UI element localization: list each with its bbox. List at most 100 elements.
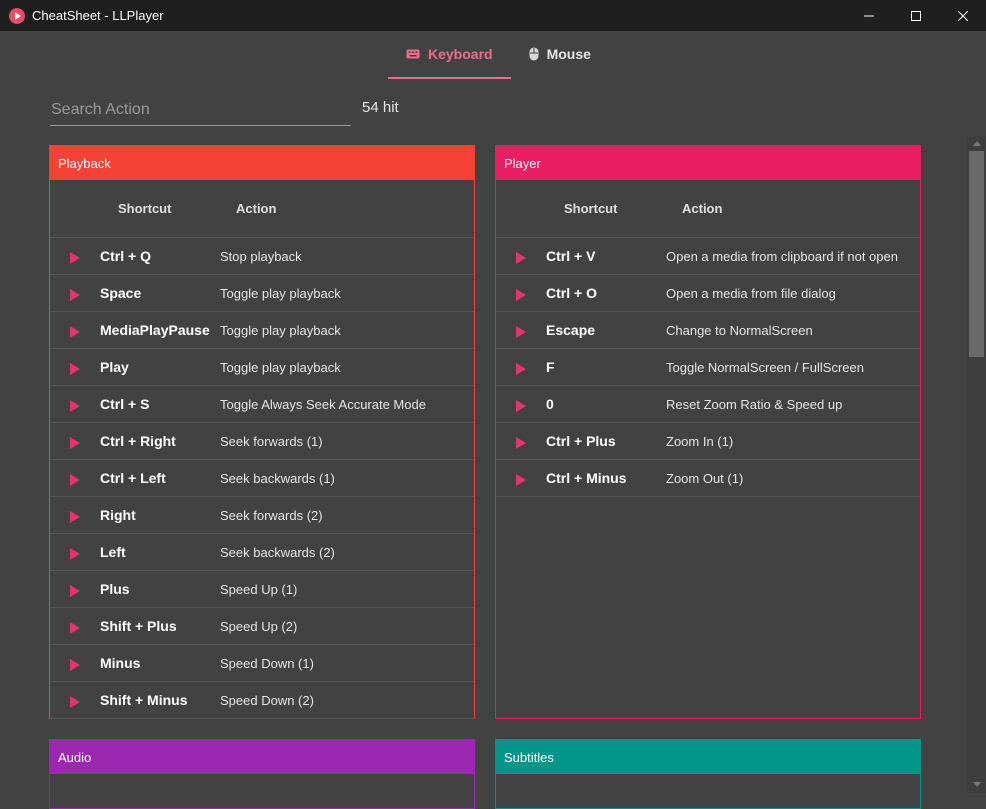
shortcut-key: Ctrl + Right	[100, 433, 176, 449]
scroll-down-button[interactable]	[967, 777, 986, 791]
play-arrow-icon	[50, 507, 100, 523]
group-player: Player Shortcut Action Ctrl + V Open a me…	[495, 145, 921, 719]
chevron-up-icon	[972, 140, 981, 146]
shortcut-key: Ctrl + O	[546, 285, 597, 301]
shortcut-row: Ctrl + Plus Zoom In (1)	[496, 423, 920, 460]
shortcut-row: F Toggle NormalScreen / FullScreen	[496, 349, 920, 386]
tab-keyboard[interactable]: Keyboard	[388, 31, 511, 79]
group-playback: Playback Shortcut Action Ctrl + Q Stop pl…	[49, 145, 475, 719]
shortcut-action: Toggle play playback	[220, 322, 341, 338]
group-title: Subtitles	[504, 749, 554, 765]
play-arrow-icon	[50, 285, 100, 301]
shortcut-key: Ctrl + Minus	[546, 470, 627, 486]
shortcut-row: Escape Change to NormalScreen	[496, 312, 920, 349]
shortcut-key: Ctrl + Left	[100, 470, 166, 486]
keyboard-icon	[406, 49, 420, 59]
shortcut-key: MediaPlayPause	[100, 322, 210, 338]
play-arrow-icon	[496, 322, 546, 338]
shortcut-row: Ctrl + V Open a media from clipboard if n…	[496, 238, 920, 275]
shortcut-key: Left	[100, 544, 126, 560]
shortcut-action: Open a media from file dialog	[666, 285, 836, 301]
column-action: Action	[236, 201, 277, 216]
play-arrow-icon	[50, 470, 100, 486]
shortcut-row: Ctrl + S Toggle Always Seek Accurate Mode	[50, 386, 474, 423]
close-icon	[957, 10, 968, 21]
tab-mouse-label: Mouse	[546, 46, 591, 62]
shortcut-action: Speed Down (1)	[220, 655, 314, 671]
scroll-thumb[interactable]	[969, 151, 984, 357]
tab-keyboard-label: Keyboard	[428, 46, 493, 62]
shortcut-row: Plus Speed Up (1)	[50, 571, 474, 608]
shortcut-key: Ctrl + V	[546, 248, 596, 264]
play-arrow-icon	[50, 396, 100, 412]
group-header: Player	[496, 146, 920, 180]
shortcut-key: Shift + Plus	[100, 618, 177, 634]
mouse-icon	[529, 47, 539, 61]
group-header: Subtitles	[496, 740, 920, 774]
shortcut-key: 0	[546, 396, 554, 412]
shortcut-row: Ctrl + Left Seek backwards (1)	[50, 460, 474, 497]
play-arrow-icon	[496, 433, 546, 449]
play-arrow-icon	[496, 359, 546, 375]
shortcut-key: Ctrl + S	[100, 396, 150, 412]
shortcut-action: Open a media from clipboard if not open	[666, 248, 898, 264]
shortcut-row: Ctrl + Right Seek forwards (1)	[50, 423, 474, 460]
column-header: Shortcut Action	[50, 180, 474, 238]
shortcut-action: Change to NormalScreen	[666, 322, 813, 338]
shortcut-row: Shift + Minus Speed Down (2)	[50, 682, 474, 719]
play-arrow-icon	[50, 618, 100, 634]
shortcut-row: 0 Reset Zoom Ratio & Speed up	[496, 386, 920, 423]
shortcut-action: Seek forwards (2)	[220, 507, 323, 523]
play-arrow-icon	[496, 248, 546, 264]
shortcut-action: Toggle play playback	[220, 285, 341, 301]
play-arrow-icon	[50, 433, 100, 449]
column-action: Action	[682, 201, 723, 216]
group-header: Audio	[50, 740, 474, 774]
shortcut-key: Space	[100, 285, 142, 301]
shortcut-key: Plus	[100, 581, 130, 597]
shortcut-row: MediaPlayPause Toggle play playback	[50, 312, 474, 349]
maximize-icon	[910, 10, 921, 21]
play-arrow-icon	[50, 248, 100, 264]
shortcut-action: Speed Down (2)	[220, 692, 314, 708]
shortcut-key: Minus	[100, 655, 141, 671]
group-title: Playback	[58, 155, 111, 171]
group-audio: Audio	[49, 739, 475, 809]
shortcut-action: Seek backwards (2)	[220, 544, 335, 560]
play-arrow-icon	[50, 359, 100, 375]
vertical-scrollbar[interactable]	[967, 136, 986, 793]
shortcut-row: Space Toggle play playback	[50, 275, 474, 312]
title-bar: CheatSheet - LLPlayer	[0, 0, 986, 31]
chevron-down-icon	[972, 781, 981, 787]
group-title: Player	[504, 155, 541, 171]
play-arrow-icon	[50, 655, 100, 671]
shortcut-action: Toggle NormalScreen / FullScreen	[666, 359, 864, 375]
maximize-button[interactable]	[892, 0, 939, 31]
shortcut-row: Shift + Plus Speed Up (2)	[50, 608, 474, 645]
group-title: Audio	[58, 749, 92, 765]
scroll-up-button[interactable]	[967, 136, 986, 150]
close-button[interactable]	[939, 0, 986, 31]
shortcut-action: Zoom Out (1)	[666, 470, 744, 486]
play-arrow-icon	[50, 581, 100, 597]
minimize-button[interactable]	[845, 0, 892, 31]
column-shortcut: Shortcut	[118, 201, 172, 216]
shortcut-action: Seek forwards (1)	[220, 433, 323, 449]
play-arrow-icon	[50, 322, 100, 338]
shortcut-key: Escape	[546, 322, 596, 338]
shortcut-action: Speed Up (1)	[220, 581, 298, 597]
shortcut-key: Ctrl + Q	[100, 248, 151, 264]
shortcut-key: Shift + Minus	[100, 692, 188, 708]
search-input[interactable]	[50, 96, 353, 124]
shortcut-row: Left Seek backwards (2)	[50, 534, 474, 571]
shortcut-row: Ctrl + Q Stop playback	[50, 238, 474, 275]
shortcut-list: Ctrl + Q Stop playback Space Toggle play pl…	[50, 238, 474, 719]
tab-mouse[interactable]: Mouse	[511, 31, 609, 77]
app-logo-icon	[9, 7, 25, 24]
column-shortcut: Shortcut	[564, 201, 618, 216]
play-arrow-icon	[50, 692, 100, 708]
group-header: Playback	[50, 146, 474, 180]
window-title: CheatSheet - LLPlayer	[32, 8, 164, 23]
shortcut-key: Ctrl + Plus	[546, 433, 616, 449]
group-subtitles: Subtitles	[495, 739, 921, 809]
